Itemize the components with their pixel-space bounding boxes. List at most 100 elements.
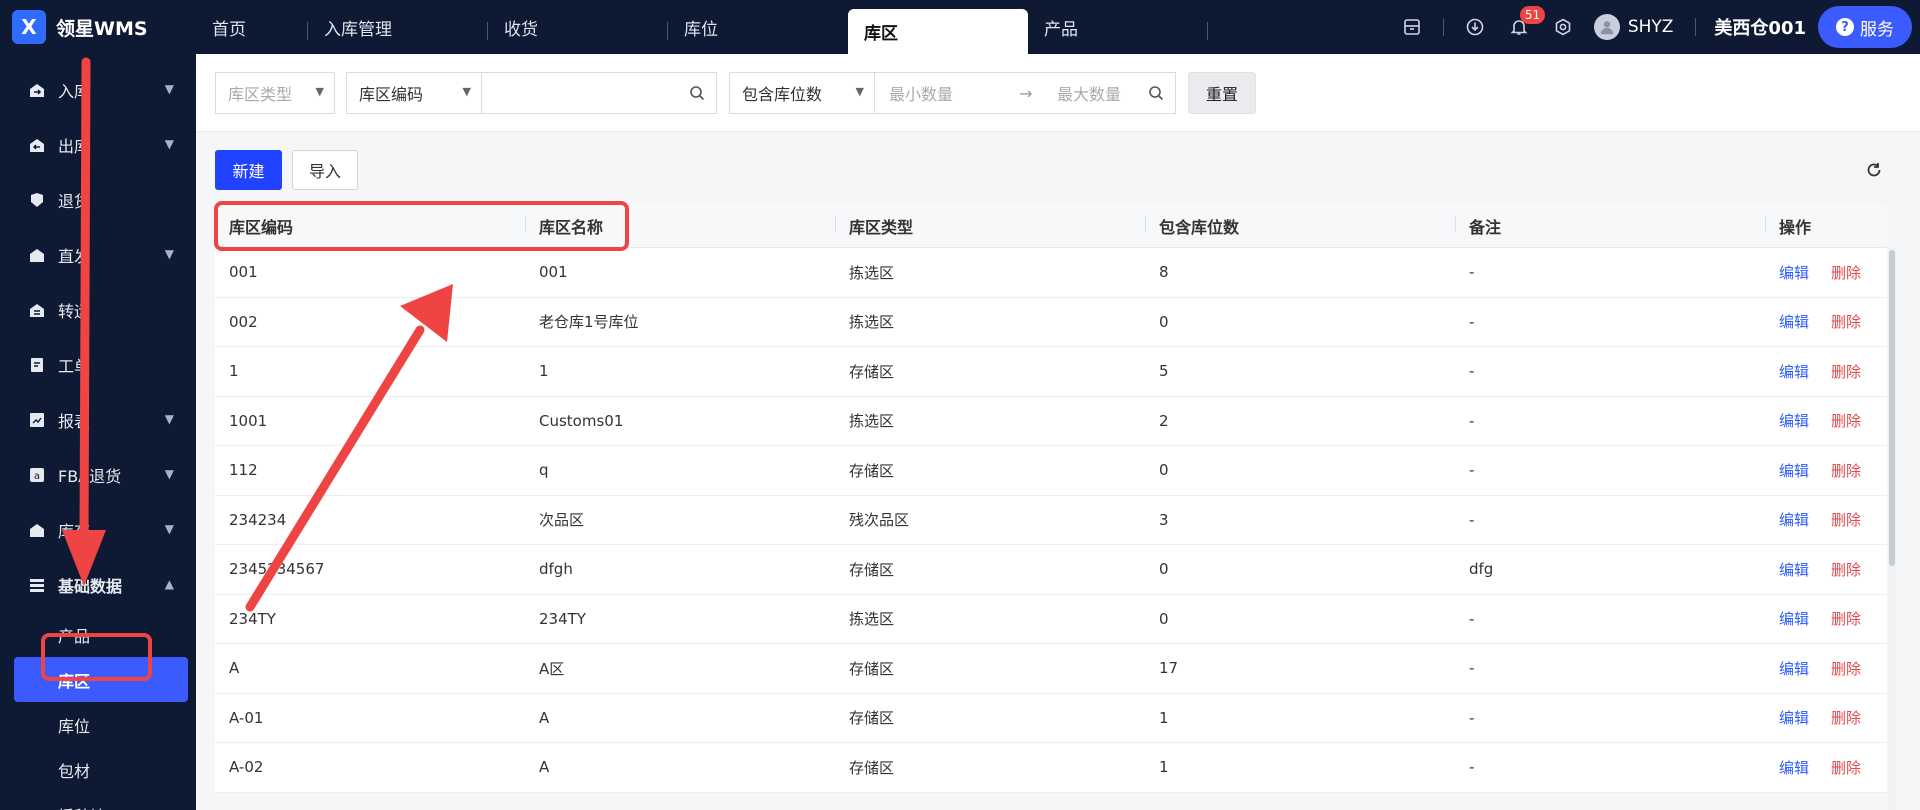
cell-location-count: 0 — [1159, 609, 1169, 628]
edit-link[interactable]: 编辑 — [1779, 311, 1809, 332]
zone-type-select[interactable]: 库区类型 ▼ — [215, 72, 335, 114]
sidebar-item-direct[interactable]: 直发 ▼ — [0, 227, 196, 282]
arrow-right-icon: → — [1019, 83, 1033, 103]
cell-zone-code: 2345234567 — [229, 560, 325, 579]
delete-link[interactable]: 删除 — [1831, 361, 1861, 382]
import-button[interactable]: 导入 — [292, 150, 358, 190]
sidebar-item-transfer[interactable]: 转运 — [0, 282, 196, 337]
table-scrollbar-thumb[interactable] — [1889, 250, 1895, 566]
top-bar: X 领星WMS 首页 入库管理 收货 库位 库区 产品 51 SHYZ 美西仓0… — [0, 0, 1920, 54]
sidebar-item-report[interactable]: 报表 ▼ — [0, 392, 196, 447]
settings-icon[interactable] — [1550, 14, 1576, 40]
cell-location-count: 8 — [1159, 263, 1169, 282]
edit-link[interactable]: 编辑 — [1779, 460, 1809, 481]
search-icon[interactable] — [688, 84, 706, 102]
sidebar-item-outbound[interactable]: 出库 ▼ — [0, 117, 196, 172]
tab-zone[interactable]: 库区 — [848, 9, 1028, 54]
location-count-select[interactable]: 包含库位数 ▼ — [729, 72, 875, 114]
delete-link[interactable]: 删除 — [1831, 658, 1861, 679]
sidebar-item-label: 转运 — [58, 301, 91, 321]
download-icon[interactable] — [1462, 14, 1488, 40]
amazon-icon: a — [28, 466, 46, 484]
cell-zone-type: 存储区 — [849, 560, 895, 579]
cell-actions: 编辑 删除 — [1765, 509, 1887, 530]
edit-link[interactable]: 编辑 — [1779, 707, 1809, 728]
archive-icon[interactable] — [1399, 14, 1425, 40]
code-field-select[interactable]: 库区编码 ▼ — [346, 72, 482, 114]
cell-actions: 编辑 删除 — [1765, 311, 1887, 332]
sidebar-subitem-location[interactable]: 库位 — [0, 702, 196, 747]
edit-link[interactable]: 编辑 — [1779, 608, 1809, 629]
min-quantity-input[interactable]: 最小数量 — [889, 81, 953, 105]
delete-link[interactable]: 删除 — [1831, 460, 1861, 481]
sidebar-item-base-data[interactable]: 基础数据 ▲ — [0, 557, 196, 612]
edit-link[interactable]: 编辑 — [1779, 757, 1809, 778]
cell-zone-type: 拣选区 — [849, 412, 895, 431]
cell-remark: - — [1469, 609, 1475, 628]
filter-bar: 库区类型 ▼ 库区编码 ▼ 包含库位数 ▼ 最小数量 → 最大数量 重置 — [196, 54, 1920, 132]
zone-type-placeholder: 库区类型 — [228, 85, 293, 104]
delete-link[interactable]: 删除 — [1831, 608, 1861, 629]
cell-zone-name: 次品区 — [539, 511, 585, 530]
cell-zone-type: 残次品区 — [849, 511, 910, 530]
sidebar-item-label: 库存 — [58, 521, 91, 541]
cell-actions: 编辑 删除 — [1765, 658, 1887, 679]
service-button[interactable]: ? 服务 — [1818, 6, 1912, 48]
edit-link[interactable]: 编辑 — [1779, 658, 1809, 679]
edit-link[interactable]: 编辑 — [1779, 559, 1809, 580]
sidebar-subitem-sorting-wall[interactable]: 播种墙 — [0, 792, 196, 810]
sidebar-item-return[interactable]: 退货 — [0, 172, 196, 227]
cell-zone-code: 002 — [229, 312, 258, 331]
outbound-icon — [28, 136, 46, 154]
edit-link[interactable]: 编辑 — [1779, 361, 1809, 382]
column-header-zone-type: 库区类型 — [835, 214, 1145, 238]
table-row: 1001 Customs01 拣选区 2 - 编辑 删除 — [215, 397, 1887, 446]
table-row: 234234 次品区 残次品区 3 - 编辑 删除 — [215, 496, 1887, 545]
delete-link[interactable]: 删除 — [1831, 707, 1861, 728]
delete-link[interactable]: 删除 — [1831, 262, 1861, 283]
delete-link[interactable]: 删除 — [1831, 757, 1861, 778]
sidebar-item-inventory[interactable]: 库存 ▼ — [0, 502, 196, 557]
tab-location[interactable]: 库位 — [668, 0, 848, 54]
tab-product[interactable]: 产品 — [1028, 0, 1208, 54]
username[interactable]: SHYZ — [1628, 17, 1674, 37]
user-avatar-icon[interactable] — [1593, 14, 1620, 40]
chevron-up-icon: ▲ — [164, 577, 174, 591]
chevron-down-icon: ▼ — [164, 82, 174, 96]
sidebar-subitem-packaging[interactable]: 包材 — [0, 747, 196, 792]
annotation-highlight-zone-menu — [41, 633, 152, 681]
inventory-icon — [28, 521, 46, 539]
quantity-range-input[interactable]: 最小数量 → 最大数量 — [874, 72, 1176, 114]
sidebar-item-fba-return[interactable]: a FBA退货 ▼ — [0, 447, 196, 502]
delete-link[interactable]: 删除 — [1831, 559, 1861, 580]
tab-inbound-management[interactable]: 入库管理 — [308, 0, 488, 54]
edit-link[interactable]: 编辑 — [1779, 262, 1809, 283]
logo[interactable]: X 领星WMS — [12, 10, 148, 44]
table-row: 112 q 存储区 0 - 编辑 删除 — [215, 446, 1887, 496]
new-button[interactable]: 新建 — [215, 150, 282, 190]
cell-zone-name: 1 — [539, 362, 549, 381]
search-icon[interactable] — [1147, 84, 1165, 102]
transfer-icon — [28, 301, 46, 319]
delete-link[interactable]: 删除 — [1831, 311, 1861, 332]
cell-location-count: 3 — [1159, 510, 1169, 529]
edit-link[interactable]: 编辑 — [1779, 410, 1809, 431]
logo-mark-icon: X — [12, 10, 46, 44]
delete-link[interactable]: 删除 — [1831, 509, 1861, 530]
warehouse-selector[interactable]: 美西仓001 — [1714, 14, 1806, 40]
refresh-icon[interactable] — [1864, 160, 1884, 180]
tab-receiving[interactable]: 收货 — [488, 0, 668, 54]
reset-button[interactable]: 重置 — [1188, 72, 1256, 114]
chevron-down-icon: ▼ — [164, 467, 174, 481]
sidebar-item-inbound[interactable]: 入库 ▼ — [0, 62, 196, 117]
cell-remark: - — [1469, 708, 1475, 727]
bell-icon[interactable]: 51 — [1506, 6, 1546, 40]
edit-link[interactable]: 编辑 — [1779, 509, 1809, 530]
max-quantity-input[interactable]: 最大数量 — [1057, 81, 1121, 105]
sidebar-item-label: 报表 — [58, 411, 91, 431]
tab-home[interactable]: 首页 — [196, 0, 308, 54]
search-input[interactable] — [481, 72, 717, 114]
delete-link[interactable]: 删除 — [1831, 410, 1861, 431]
help-icon: ? — [1836, 18, 1854, 36]
sidebar-item-workorder[interactable]: 工单 — [0, 337, 196, 392]
